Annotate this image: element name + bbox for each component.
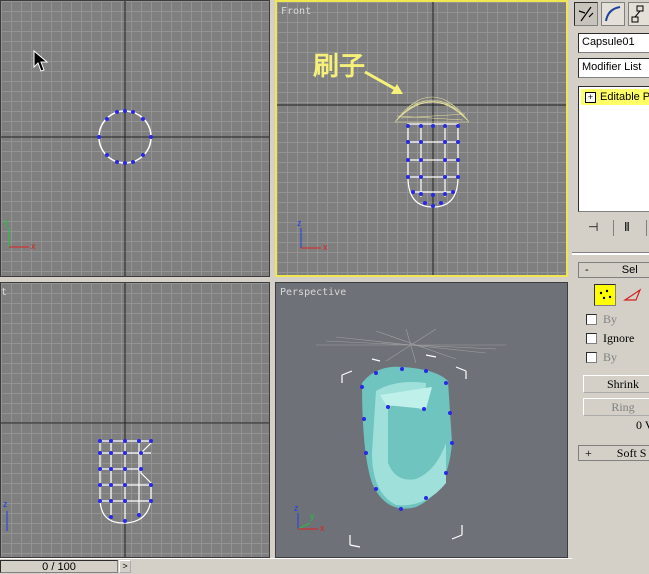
separator bbox=[646, 220, 647, 236]
expand-toggle: + bbox=[585, 446, 592, 460]
axis-y-label: y bbox=[4, 217, 9, 227]
edge-mode-icon[interactable] bbox=[622, 284, 644, 306]
by-angle-checkbox[interactable] bbox=[586, 352, 597, 363]
viewport-front[interactable]: Front 刷子 z x bbox=[275, 0, 568, 277]
by-angle-label: By bbox=[603, 350, 618, 364]
modifier-stack[interactable]: + Editable P bbox=[578, 86, 649, 212]
by-vertex-label: By bbox=[603, 312, 618, 326]
modifier-list-dropdown[interactable]: Modifier List bbox=[578, 58, 649, 78]
timeline-bar: 0 / 100 > bbox=[0, 558, 572, 574]
viewport-top[interactable]: y x bbox=[0, 0, 270, 277]
annotation-text: 刷子 bbox=[313, 52, 366, 82]
create-tab-icon[interactable] bbox=[574, 2, 598, 26]
shrink-button[interactable]: Shrink bbox=[583, 375, 649, 393]
ignore-backfacing-label: Ignore bbox=[603, 331, 635, 345]
axis-z-label: z bbox=[3, 499, 8, 509]
axis-tripod bbox=[297, 513, 318, 530]
selection-rollout-header[interactable]: - Sel bbox=[578, 262, 649, 278]
perspective-grid bbox=[316, 328, 506, 364]
stack-item-label: Editable P bbox=[600, 91, 649, 103]
hierarchy-tab-icon[interactable] bbox=[628, 2, 649, 26]
vertex-mode-button[interactable] bbox=[594, 284, 616, 306]
axis-tripod bbox=[300, 228, 321, 249]
command-panel: Capsule01 Modifier List + Editable P ⊣ Ⅱ … bbox=[572, 0, 649, 573]
axis-tripod bbox=[8, 227, 29, 248]
mouse-cursor bbox=[33, 49, 49, 72]
next-frame-button[interactable]: > bbox=[119, 560, 131, 573]
selection-status: 0 V bbox=[636, 418, 649, 432]
modify-tab-icon[interactable] bbox=[601, 2, 625, 26]
rollout-title: Sel bbox=[621, 264, 638, 276]
rollout-title: Soft S bbox=[616, 446, 647, 460]
collapse-toggle: - bbox=[585, 264, 589, 276]
stack-toolbar: ⊣ Ⅱ bbox=[578, 218, 649, 238]
viewport-left[interactable]: t z bbox=[0, 282, 270, 558]
axis-x-label: x bbox=[31, 241, 36, 251]
axis-x-label: x bbox=[320, 523, 325, 533]
ring-button[interactable]: Ring bbox=[583, 398, 649, 416]
viewport-perspective[interactable]: Perspective z y x bbox=[275, 282, 568, 558]
viewport-top-canvas bbox=[1, 1, 269, 276]
separator bbox=[613, 220, 614, 236]
viewport-front-canvas bbox=[277, 2, 566, 275]
stack-item-editable-poly[interactable]: + Editable P bbox=[581, 89, 649, 105]
hair-brush-mesh bbox=[394, 96, 470, 123]
axis-y-label: y bbox=[310, 511, 315, 521]
time-slider[interactable]: 0 / 100 bbox=[0, 560, 118, 573]
axis-z-label: z bbox=[294, 503, 299, 513]
object-name-field[interactable]: Capsule01 bbox=[578, 33, 649, 53]
show-end-result-icon[interactable]: Ⅱ bbox=[624, 220, 630, 234]
viewport-left-canvas bbox=[1, 283, 269, 557]
annotation-arrow bbox=[364, 70, 398, 92]
expand-icon[interactable]: + bbox=[585, 91, 596, 103]
by-vertex-checkbox[interactable] bbox=[586, 314, 597, 325]
viewport-perspective-canvas bbox=[297, 328, 506, 548]
soft-selection-rollout-header[interactable]: + Soft S bbox=[578, 445, 649, 461]
ignore-backfacing-checkbox[interactable] bbox=[586, 333, 597, 344]
pin-stack-icon[interactable]: ⊣ bbox=[588, 220, 598, 234]
axis-z-label: z bbox=[297, 218, 302, 228]
divider bbox=[572, 252, 649, 255]
axis-x-label: x bbox=[323, 242, 328, 252]
